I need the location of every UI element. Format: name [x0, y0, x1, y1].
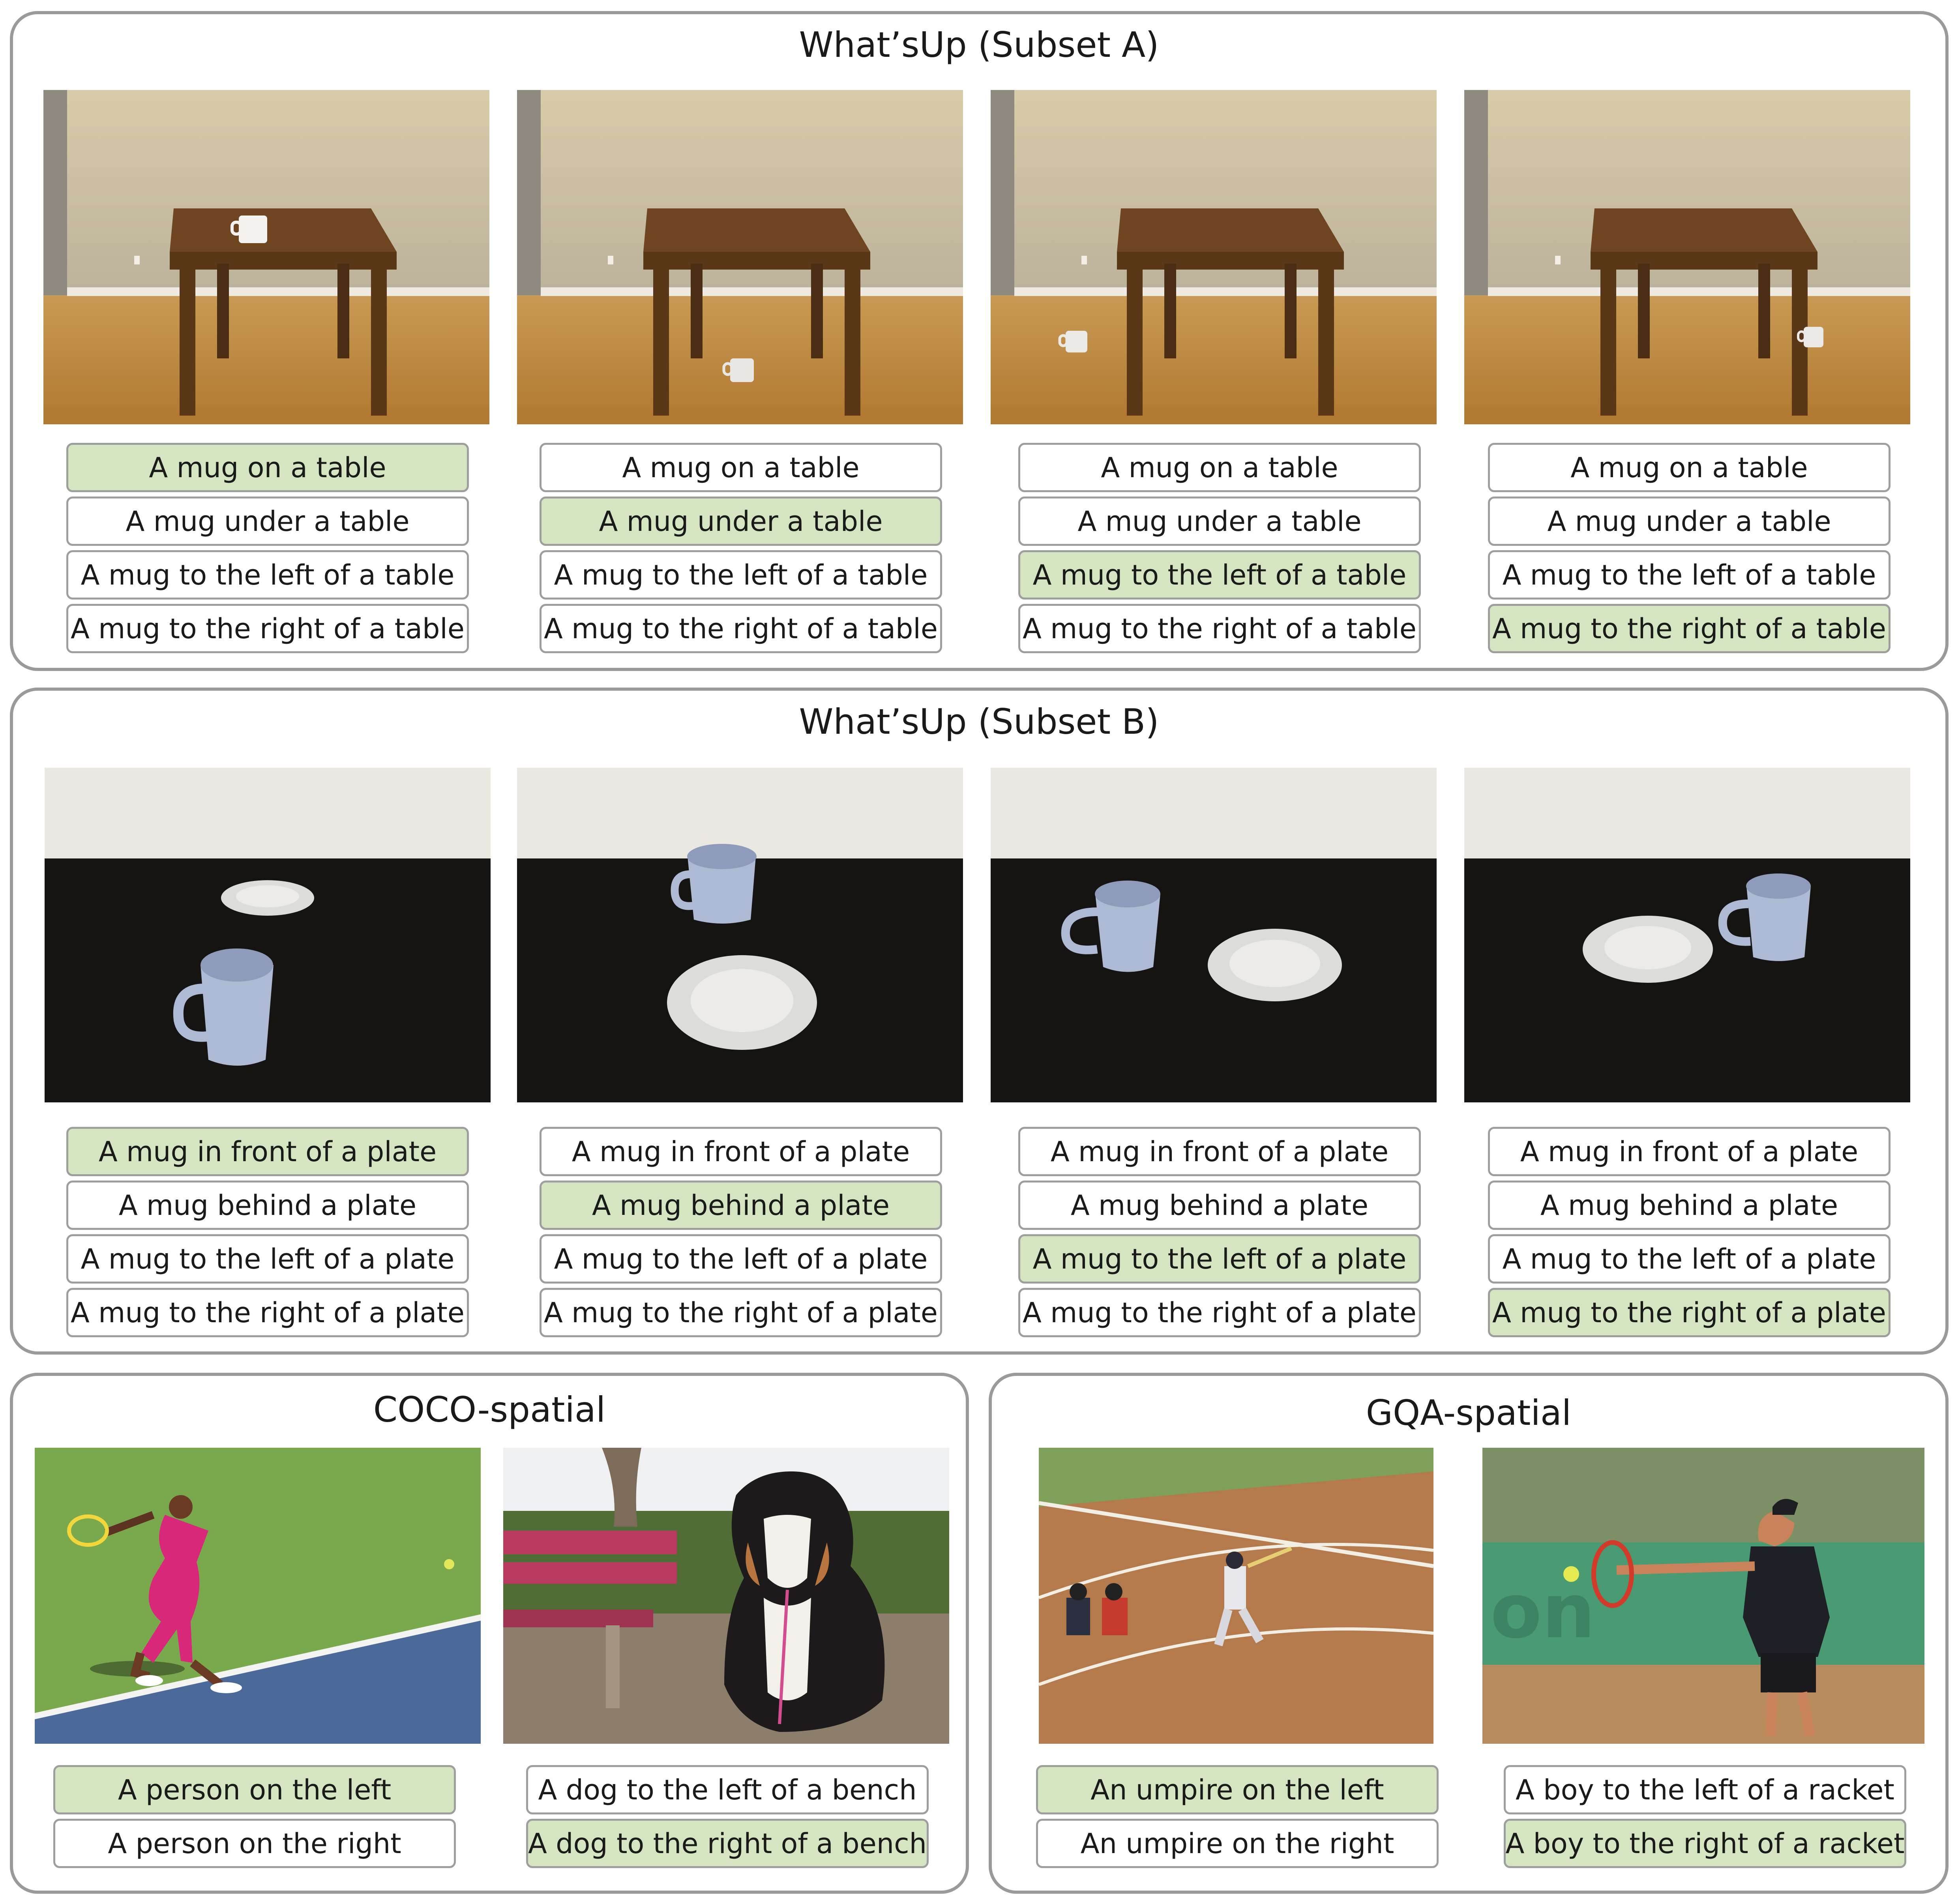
subset-a-caption-on: A mug on a table: [1018, 443, 1421, 492]
subset-b-title: What’sUp (Subset B): [799, 701, 1159, 742]
subset-a-caption-under: A mug under a table: [1018, 497, 1421, 546]
subset-a-caption-left: A mug to the left of a table: [66, 550, 469, 600]
coco-spatial-title: COCO-spatial: [373, 1389, 606, 1430]
subset-a-image-4: [1464, 90, 1910, 424]
subset-a-caption-on: A mug on a table: [1488, 443, 1891, 492]
gqa-boy-caption-right: A boy to the right of a racket: [1504, 1819, 1906, 1868]
subset-b-caption-right: A mug to the right of a plate: [66, 1288, 469, 1337]
subset-b-caption-behind: A mug behind a plate: [1018, 1181, 1421, 1230]
coco-person-caption-left: A person on the left: [53, 1765, 456, 1814]
subset-a-caption-under: A mug under a table: [540, 497, 942, 546]
subset-a-caption-left: A mug to the left of a table: [1018, 550, 1421, 600]
subset-b-caption-front: A mug in front of a plate: [540, 1127, 942, 1176]
coco-tennis-image: [35, 1448, 481, 1744]
subset-a-image-2: [517, 90, 963, 424]
subset-a-caption-under: A mug under a table: [66, 497, 469, 546]
gqa-umpire-caption-left: An umpire on the left: [1036, 1765, 1439, 1814]
subset-a-caption-left: A mug to the left of a table: [540, 550, 942, 600]
coco-dog-caption-left: A dog to the left of a bench: [526, 1765, 929, 1814]
subset-b-caption-front: A mug in front of a plate: [66, 1127, 469, 1176]
coco-person-caption-right: A person on the right: [53, 1819, 456, 1868]
subset-a-image-1: [43, 90, 489, 424]
subset-a-caption-left: A mug to the left of a table: [1488, 550, 1891, 600]
subset-b-caption-behind: A mug behind a plate: [540, 1181, 942, 1230]
coco-dog-caption-right: A dog to the right of a bench: [526, 1819, 929, 1868]
subset-a-caption-under: A mug under a table: [1488, 497, 1891, 546]
subset-b-caption-right: A mug to the right of a plate: [1018, 1288, 1421, 1337]
subset-a-caption-right: A mug to the right of a table: [66, 604, 469, 653]
subset-b-image-4: [1464, 768, 1910, 1102]
subset-b-caption-right: A mug to the right of a plate: [1488, 1288, 1891, 1337]
subset-b-caption-front: A mug in front of a plate: [1018, 1127, 1421, 1176]
subset-b-image-1: [45, 768, 491, 1102]
subset-a-caption-right: A mug to the right of a table: [1488, 604, 1891, 653]
subset-b-image-2: [517, 768, 963, 1102]
subset-a-caption-right: A mug to the right of a table: [540, 604, 942, 653]
subset-a-caption-on: A mug on a table: [66, 443, 469, 492]
subset-a-title: What’sUp (Subset A): [799, 24, 1159, 65]
subset-a-caption-on: A mug on a table: [540, 443, 942, 492]
gqa-spatial-title: GQA-spatial: [1366, 1392, 1572, 1433]
subset-b-caption-front: A mug in front of a plate: [1488, 1127, 1891, 1176]
subset-a-image-3: [991, 90, 1437, 424]
subset-b-caption-left: A mug to the left of a plate: [540, 1234, 942, 1284]
subset-a-caption-right: A mug to the right of a table: [1018, 604, 1421, 653]
subset-b-caption-left: A mug to the left of a plate: [1018, 1234, 1421, 1284]
coco-dog-image: [503, 1448, 949, 1744]
gqa-baseball-image: [1039, 1448, 1433, 1744]
subset-b-caption-left: A mug to the left of a plate: [1488, 1234, 1891, 1284]
gqa-umpire-caption-right: An umpire on the right: [1036, 1819, 1439, 1868]
svg-text:on: on: [1490, 1568, 1595, 1655]
subset-b-image-3: [991, 768, 1437, 1102]
subset-b-caption-left: A mug to the left of a plate: [66, 1234, 469, 1284]
subset-b-caption-behind: A mug behind a plate: [66, 1181, 469, 1230]
subset-b-caption-right: A mug to the right of a plate: [540, 1288, 942, 1337]
gqa-tennis-boy-image: on: [1482, 1448, 1924, 1744]
gqa-boy-caption-left: A boy to the left of a racket: [1504, 1765, 1906, 1814]
subset-b-caption-behind: A mug behind a plate: [1488, 1181, 1891, 1230]
